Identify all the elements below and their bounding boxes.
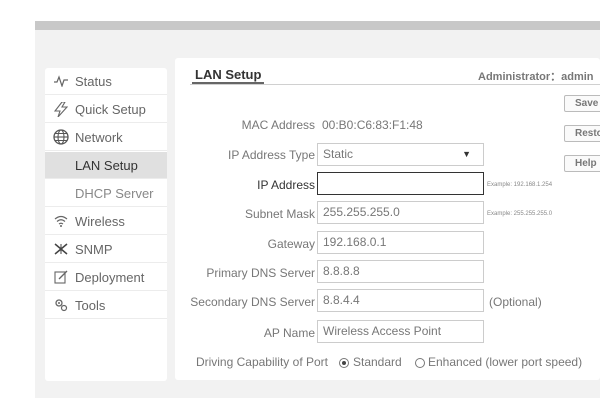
standard-radio-label[interactable]: Standard — [353, 355, 402, 369]
mac-address-value: 00:B0:C6:83:F1:48 — [322, 118, 423, 132]
title-underline — [192, 82, 264, 84]
pulse-icon — [53, 73, 69, 89]
enhanced-radio[interactable] — [415, 358, 425, 368]
ap-name-input[interactable]: Wireless Access Point — [317, 320, 484, 343]
subnet-mask-example: Example: 255.255.255.0 — [487, 211, 553, 217]
sidebar-item-label: DHCP Server — [75, 185, 154, 201]
ip-type-select[interactable]: Static ▼ — [317, 143, 484, 166]
edit-icon — [53, 269, 69, 285]
sidebar-item-network[interactable]: Network — [45, 124, 167, 151]
sidebar-item-snmp[interactable]: SNMP — [45, 236, 167, 263]
admin-label: Administrator： — [478, 71, 562, 83]
sidebar-nav: Status Quick Setup Network LAN Setup DHC… — [45, 68, 167, 381]
sidebar-item-quick-setup[interactable]: Quick Setup — [45, 96, 167, 123]
subnet-mask-label: Subnet Mask — [244, 207, 315, 221]
primary-dns-input[interactable]: 8.8.8.8 — [317, 260, 484, 283]
primary-dns-label: Primary DNS Server — [206, 266, 315, 280]
admin-user: admin — [561, 71, 594, 83]
sidebar-item-tools[interactable]: Tools — [45, 292, 167, 319]
sidebar-item-label: Status — [75, 73, 112, 89]
sidebar-item-status[interactable]: Status — [45, 68, 167, 95]
sidebar-item-label: Quick Setup — [75, 101, 146, 117]
sidebar-item-label: Network — [75, 129, 123, 145]
secondary-dns-label: Secondary DNS Server — [190, 295, 315, 309]
title-divider — [190, 84, 600, 85]
sidebar-item-label: LAN Setup — [75, 157, 138, 173]
sidebar-item-lan-setup[interactable]: LAN Setup — [45, 152, 167, 179]
optional-note: (Optional) — [489, 295, 542, 309]
secondary-dns-input[interactable]: 8.8.4.4 — [317, 289, 484, 312]
wifi-icon — [53, 213, 69, 229]
sidebar-item-label: Tools — [75, 297, 106, 313]
restore-button[interactable]: Restore — [564, 125, 600, 142]
help-button[interactable]: Help — [564, 155, 600, 172]
ip-type-selected: Static — [323, 147, 354, 161]
admin-indicator: Administrator：admin — [478, 68, 594, 84]
chevron-down-icon: ▼ — [462, 149, 471, 159]
standard-radio[interactable] — [339, 358, 349, 368]
top-bar — [35, 21, 600, 30]
gateway-input[interactable]: 192.168.0.1 — [317, 231, 484, 254]
sidebar-item-dhcp-server[interactable]: DHCP Server — [45, 180, 167, 207]
sidebar-item-label: Deployment — [75, 269, 145, 285]
gear-icon — [53, 297, 69, 313]
driving-capability-label: Driving Capability of Port — [195, 355, 328, 369]
ip-address-input[interactable] — [317, 172, 484, 195]
mac-address-label: MAC Address — [241, 118, 315, 132]
sidebar-item-wireless[interactable]: Wireless — [45, 208, 167, 235]
globe-icon — [53, 129, 69, 145]
save-button[interactable]: Save — [564, 95, 600, 112]
ip-type-label: IP Address Type — [228, 148, 315, 162]
snmp-icon — [53, 241, 69, 257]
enhanced-radio-label[interactable]: Enhanced (lower port speed) — [428, 355, 582, 369]
ap-name-label: AP Name — [263, 326, 315, 340]
ip-address-label: IP Address — [257, 178, 315, 192]
gateway-label: Gateway — [267, 237, 315, 251]
ip-address-example: Example: 192.168.1.254 — [487, 182, 553, 188]
subnet-mask-input[interactable]: 255.255.255.0 — [317, 201, 484, 224]
lightning-icon — [53, 101, 69, 117]
sidebar-item-label: SNMP — [75, 241, 113, 257]
page-title: LAN Setup — [195, 67, 262, 82]
sidebar-item-deployment[interactable]: Deployment — [45, 264, 167, 291]
sidebar-item-label: Wireless — [75, 213, 125, 229]
